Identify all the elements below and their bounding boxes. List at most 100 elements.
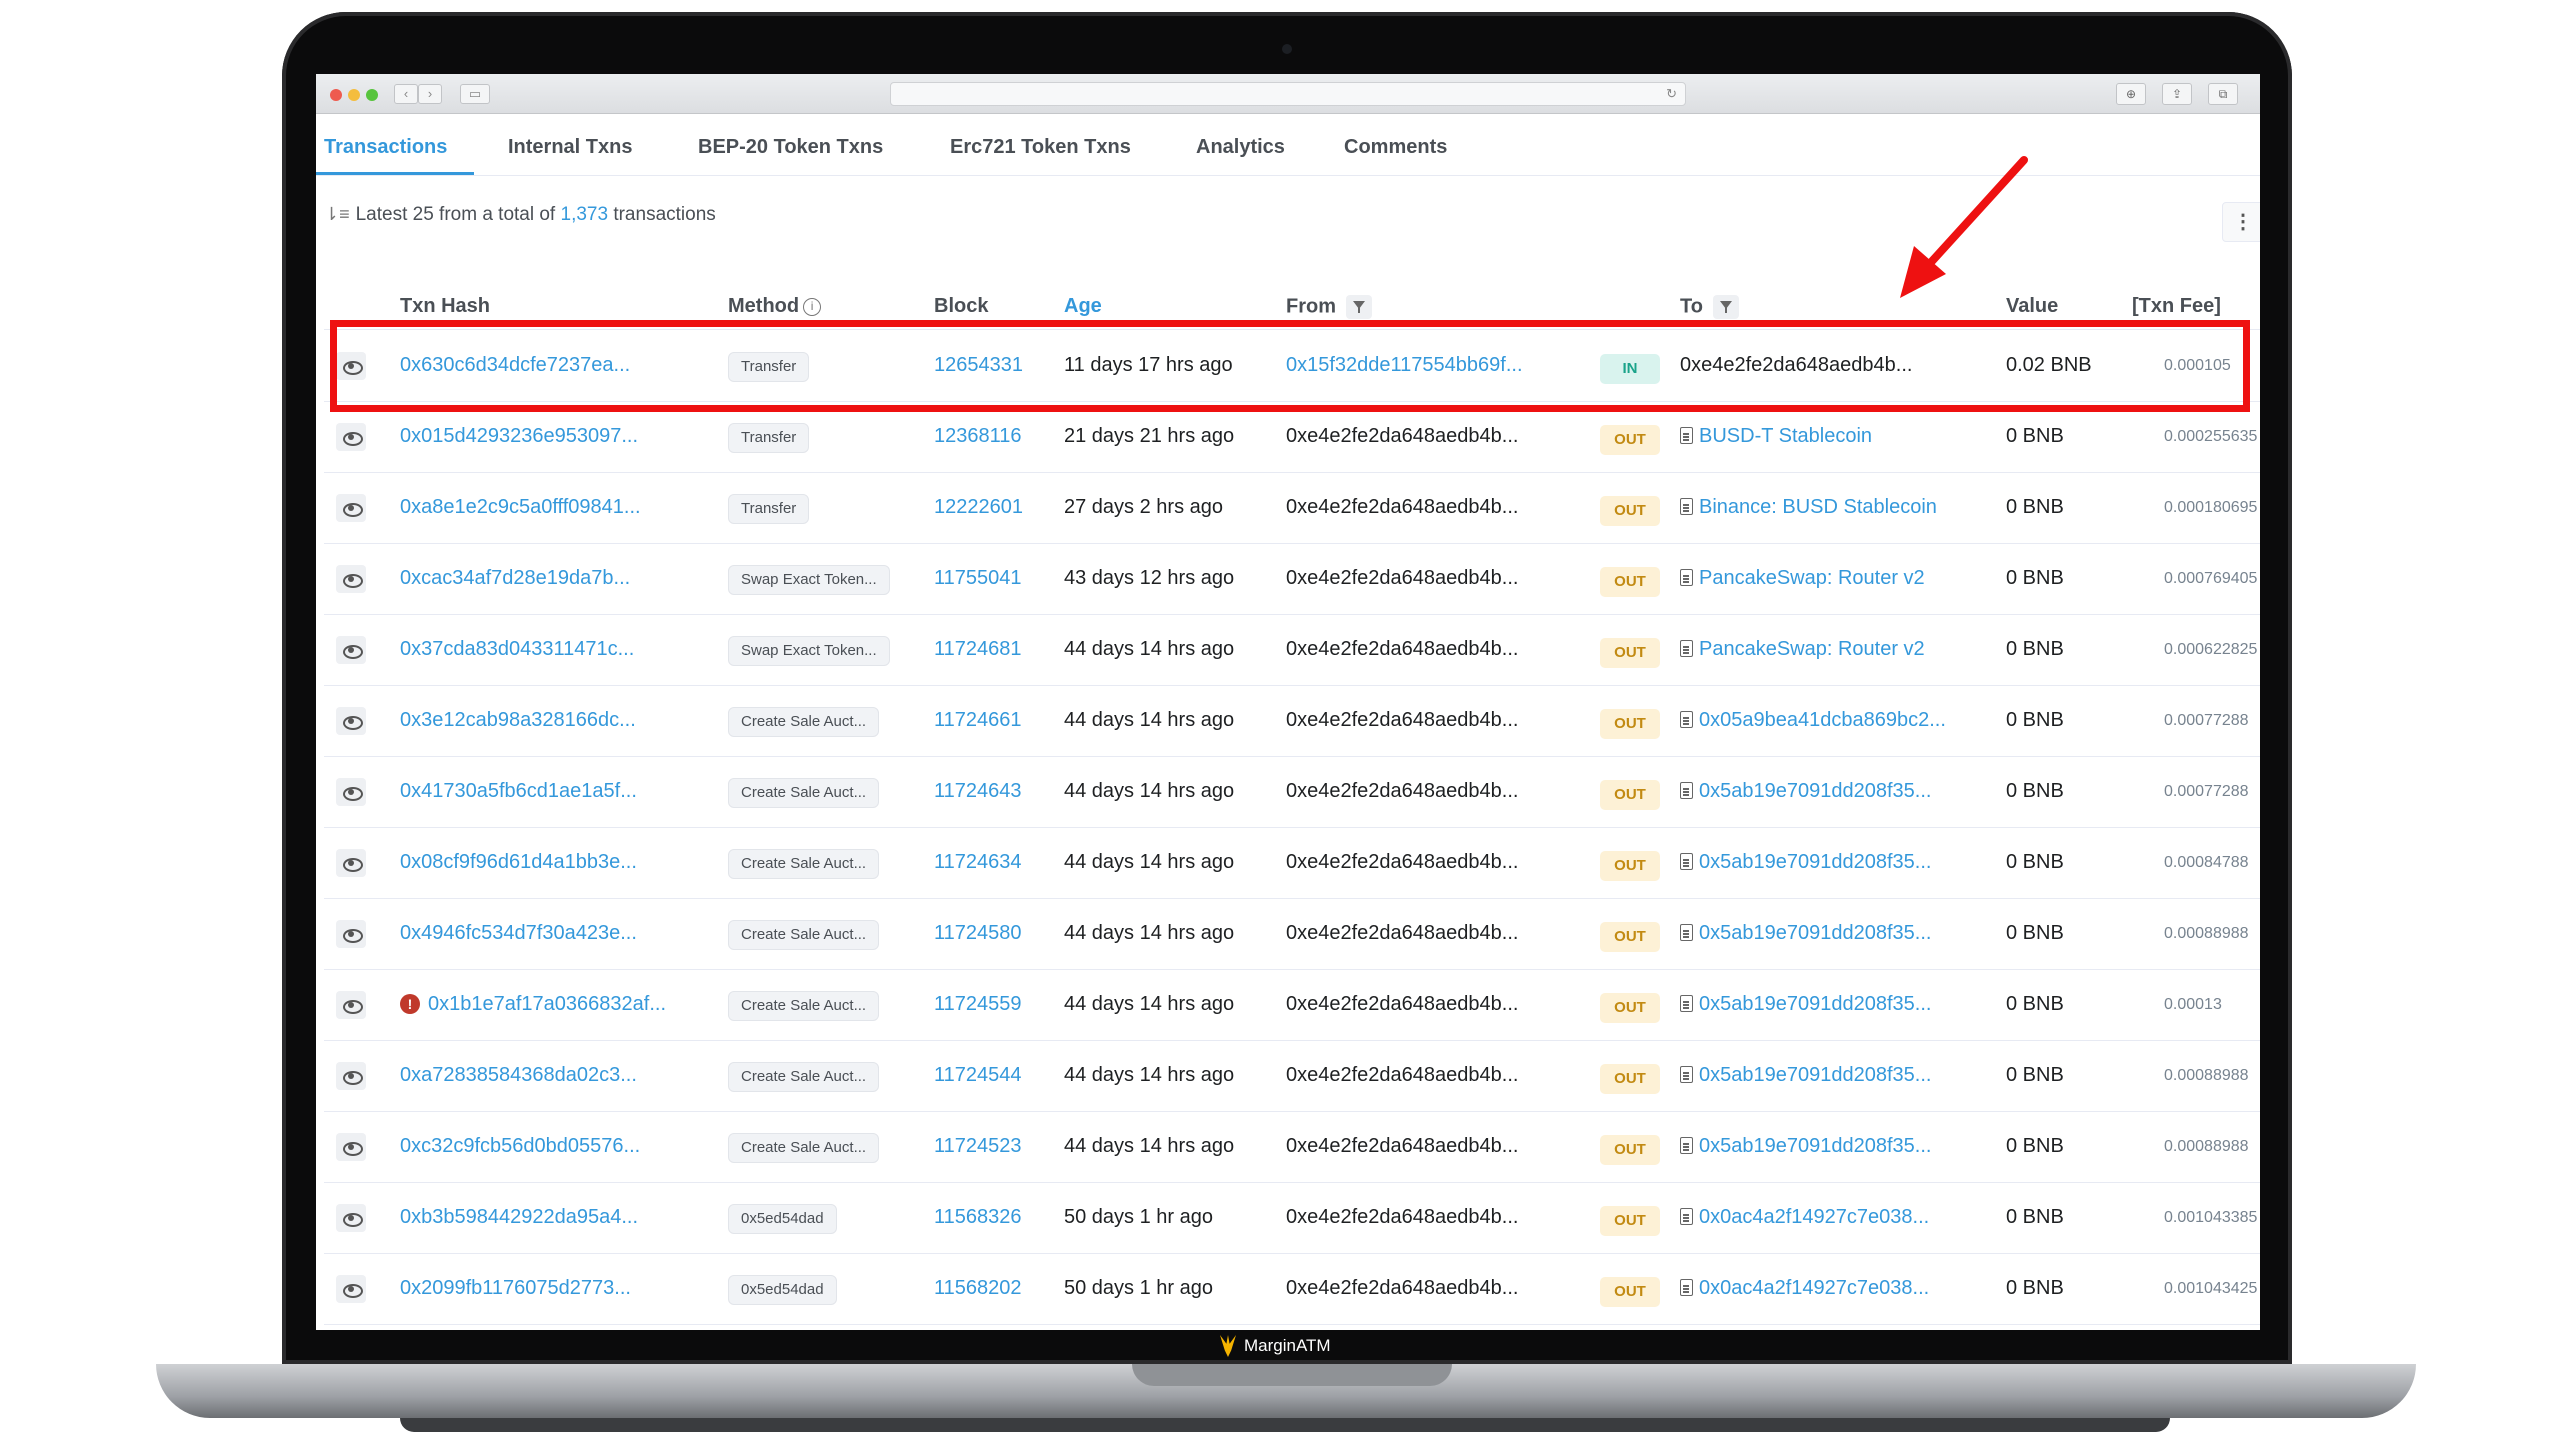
- block-link[interactable]: 12368116: [934, 425, 1022, 448]
- table-row: 0x4946fc534d7f30a423e... Create Sale Auct…: [324, 898, 2260, 970]
- eye-icon[interactable]: [336, 1133, 366, 1161]
- txn-hash-link[interactable]: ! 0x1b1e7af17a0366832af...: [400, 993, 666, 1016]
- txn-hash-link[interactable]: 0x37cda83d043311471c...: [400, 638, 634, 661]
- txn-hash-link[interactable]: 0xb3b598442922da95a4...: [400, 1206, 638, 1229]
- to-address-text[interactable]: PancakeSwap: Router v2: [1699, 567, 1925, 589]
- txn-hash-link[interactable]: 0x2099fb1176075d2773...: [400, 1277, 631, 1300]
- to-address-link[interactable]: 0x0ac4a2f14927c7e038...: [1680, 1277, 1929, 1300]
- eye-icon[interactable]: [336, 423, 366, 451]
- eye-icon[interactable]: [336, 494, 366, 522]
- to-address-link[interactable]: BUSD-T Stablecoin: [1680, 425, 1872, 448]
- txn-hash-link[interactable]: 0x08cf9f96d61d4a1bb3e...: [400, 851, 637, 874]
- to-address-link[interactable]: 0x5ab19e7091dd208f35...: [1680, 851, 1931, 874]
- total-count-link[interactable]: 1,373: [561, 204, 609, 225]
- to-address-text[interactable]: 0x5ab19e7091dd208f35...: [1699, 851, 1931, 873]
- eye-icon[interactable]: [336, 778, 366, 806]
- eye-icon[interactable]: [336, 920, 366, 948]
- to-address-link[interactable]: 0x5ab19e7091dd208f35...: [1680, 1064, 1931, 1087]
- download-icon[interactable]: ⊕: [2116, 83, 2146, 105]
- from-address: 0xe4e2fe2da648aedb4b...: [1286, 638, 1519, 660]
- block-link[interactable]: 11724661: [934, 709, 1022, 732]
- txn-hash-link[interactable]: 0xcac34af7d28e19da7b...: [400, 567, 630, 590]
- minimize-window-button[interactable]: [348, 89, 360, 101]
- eye-icon[interactable]: [336, 1062, 366, 1090]
- to-address-text[interactable]: 0x5ab19e7091dd208f35...: [1699, 922, 1931, 944]
- eye-icon[interactable]: [336, 707, 366, 735]
- close-window-button[interactable]: [330, 89, 342, 101]
- to-address-link[interactable]: PancakeSwap: Router v2: [1680, 638, 1925, 661]
- forward-icon[interactable]: ›: [418, 84, 442, 104]
- block-link[interactable]: 11568326: [934, 1206, 1022, 1229]
- to-address-text[interactable]: PancakeSwap: Router v2: [1699, 638, 1925, 660]
- block-link[interactable]: 11724634: [934, 851, 1022, 874]
- more-options-button[interactable]: ⋮: [2222, 202, 2260, 242]
- age-text: 44 days 14 hrs ago: [1064, 922, 1235, 944]
- filter-icon[interactable]: [1712, 295, 1739, 319]
- eye-icon[interactable]: [336, 636, 366, 664]
- to-address-text[interactable]: 0x0ac4a2f14927c7e038...: [1699, 1206, 1929, 1228]
- to-address-text[interactable]: 0x5ab19e7091dd208f35...: [1699, 993, 1931, 1015]
- tab-erc721-token-txns[interactable]: Erc721 Token Txns: [950, 136, 1131, 159]
- camera: [1282, 44, 1292, 54]
- to-address-link[interactable]: Binance: BUSD Stablecoin: [1680, 496, 1937, 519]
- filter-icon[interactable]: [1346, 295, 1372, 319]
- maximize-window-button[interactable]: [366, 89, 378, 101]
- sidebar-icon[interactable]: ▭: [460, 84, 490, 104]
- txn-fee-text: 0.000180695: [2164, 499, 2258, 516]
- txn-hash-link[interactable]: 0x4946fc534d7f30a423e...: [400, 922, 637, 945]
- to-address-link[interactable]: PancakeSwap: Router v2: [1680, 567, 1925, 590]
- to-address-link[interactable]: 0x5ab19e7091dd208f35...: [1680, 922, 1931, 945]
- block-link[interactable]: 11724559: [934, 993, 1022, 1016]
- txn-hash-link[interactable]: 0x41730a5fb6cd1ae1a5f...: [400, 780, 637, 803]
- txn-fee-text: 0.00088988: [2164, 1138, 2249, 1155]
- txn-hash-link[interactable]: 0xa8e1e2c9c5a0fff09841...: [400, 496, 641, 519]
- to-address-text[interactable]: 0x05a9bea41dcba869bc2...: [1699, 709, 1946, 731]
- block-link[interactable]: 12222601: [934, 496, 1023, 519]
- tab-transactions[interactable]: Transactions: [324, 136, 447, 159]
- from-address: 0xe4e2fe2da648aedb4b...: [1286, 1064, 1519, 1086]
- eye-icon[interactable]: [336, 565, 366, 593]
- to-address-text[interactable]: 0x5ab19e7091dd208f35...: [1699, 1064, 1931, 1086]
- address-bar[interactable]: ↻: [890, 82, 1686, 106]
- share-icon[interactable]: ⇪: [2162, 83, 2192, 105]
- txn-hash-link[interactable]: 0xc32c9fcb56d0bd05576...: [400, 1135, 640, 1158]
- eye-icon[interactable]: [336, 991, 366, 1019]
- block-link[interactable]: 11724643: [934, 780, 1022, 803]
- to-address-link[interactable]: 0x5ab19e7091dd208f35...: [1680, 993, 1931, 1016]
- txn-hash-link[interactable]: 0xa72838584368da02c3...: [400, 1064, 637, 1087]
- eye-icon[interactable]: [336, 1275, 366, 1303]
- header-to-label: To: [1680, 295, 1703, 318]
- block-link[interactable]: 11724544: [934, 1064, 1022, 1087]
- tab-comments[interactable]: Comments: [1344, 136, 1447, 159]
- to-address-text[interactable]: 0x0ac4a2f14927c7e038...: [1699, 1277, 1929, 1299]
- block-link[interactable]: 11724523: [934, 1135, 1022, 1158]
- reload-icon[interactable]: ↻: [1666, 86, 1677, 102]
- to-address-link[interactable]: 0x5ab19e7091dd208f35...: [1680, 1135, 1931, 1158]
- header-txn-fee[interactable]: [Txn Fee]: [2132, 295, 2221, 318]
- to-address-text[interactable]: 0x5ab19e7091dd208f35...: [1699, 1135, 1931, 1157]
- tab-internal-txns[interactable]: Internal Txns: [508, 136, 632, 159]
- block-link[interactable]: 11724681: [934, 638, 1022, 661]
- value-text: 0 BNB: [2006, 567, 2064, 589]
- block-link[interactable]: 11755041: [934, 567, 1022, 590]
- back-icon[interactable]: ‹: [394, 84, 418, 104]
- to-address-link[interactable]: 0x05a9bea41dcba869bc2...: [1680, 709, 1946, 732]
- eye-icon[interactable]: [336, 1204, 366, 1232]
- to-address-text[interactable]: 0x5ab19e7091dd208f35...: [1699, 780, 1931, 802]
- direction-badge: OUT: [1600, 851, 1660, 881]
- tab-bep20-token-txns[interactable]: BEP-20 Token Txns: [698, 136, 883, 159]
- to-address-link[interactable]: 0x0ac4a2f14927c7e038...: [1680, 1206, 1929, 1229]
- txn-hash-link[interactable]: 0x3e12cab98a328166dc...: [400, 709, 636, 732]
- to-address-link[interactable]: 0x5ab19e7091dd208f35...: [1680, 780, 1931, 803]
- header-age[interactable]: Age: [1064, 295, 1102, 318]
- txn-hash-text[interactable]: 0x1b1e7af17a0366832af...: [428, 993, 666, 1015]
- txn-hash-link[interactable]: 0x015d4293236e953097...: [400, 425, 638, 448]
- to-address-text[interactable]: Binance: BUSD Stablecoin: [1699, 496, 1937, 518]
- info-icon[interactable]: i: [803, 298, 822, 316]
- block-link[interactable]: 11568202: [934, 1277, 1022, 1300]
- block-link[interactable]: 11724580: [934, 922, 1022, 945]
- to-address-text[interactable]: BUSD-T Stablecoin: [1699, 425, 1872, 447]
- tab-analytics[interactable]: Analytics: [1196, 136, 1285, 159]
- tabs-icon[interactable]: ⧉: [2208, 83, 2238, 105]
- eye-icon[interactable]: [336, 849, 366, 877]
